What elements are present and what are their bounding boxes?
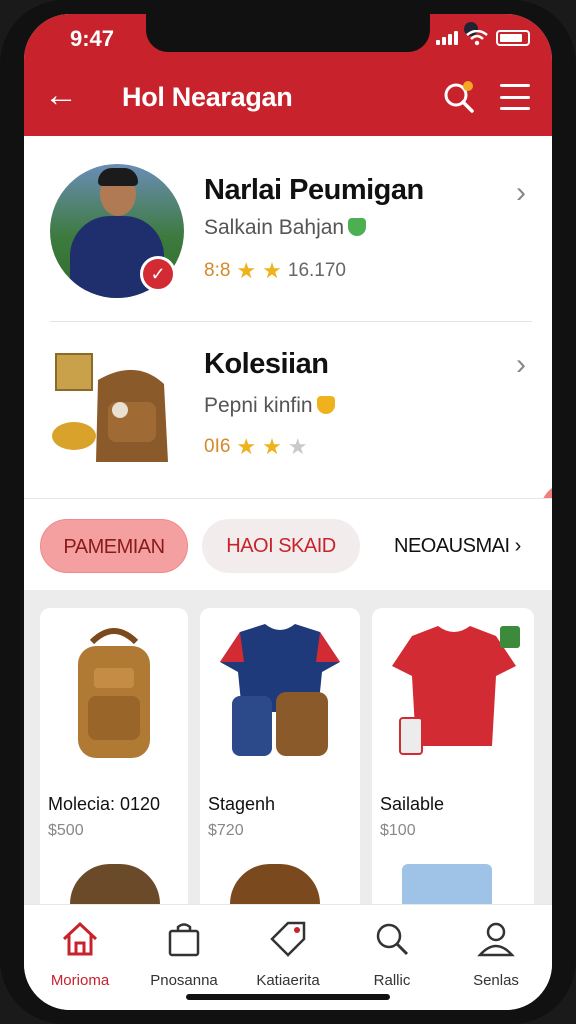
nav-home[interactable]: Morioma	[30, 919, 130, 989]
user-icon	[477, 922, 515, 957]
notch	[146, 14, 478, 52]
product-grid: Molecia: 0120 $500 Stagenh $720 Sailable…	[24, 590, 552, 928]
card-rating: 0I6 ★ ★ ★	[204, 434, 308, 459]
signal-icon	[436, 31, 458, 45]
bag-icon	[168, 923, 200, 957]
product-price: $500	[48, 822, 84, 839]
star-icon: ★	[236, 258, 257, 283]
star-empty-icon: ★	[287, 434, 308, 459]
chevron-right-icon[interactable]: ›	[516, 348, 526, 382]
tab-haoi-skaid[interactable]: HAOI SKAID	[202, 519, 360, 573]
status-icons	[436, 30, 530, 46]
red-jersey-icon	[392, 626, 520, 755]
card-name: Narlai Peumigan	[204, 174, 424, 206]
category-tabs: PAMEMIAN HAOI SKAID NEOAUSMAI ›	[24, 498, 552, 590]
nav-shop[interactable]: Pnosanna	[134, 919, 234, 989]
backpack-icon	[78, 628, 150, 758]
home-icon	[62, 921, 98, 956]
app-screen: 9:47 ← Hol Nearagan ✓ Narlai Peumigan Sa…	[24, 14, 552, 1010]
star-icon: ★	[236, 434, 257, 459]
shield-icon	[316, 396, 335, 414]
wifi-icon	[466, 30, 488, 46]
jersey-icon	[220, 624, 340, 756]
menu-icon[interactable]	[500, 84, 530, 110]
chevron-right-icon[interactable]: ›	[516, 176, 526, 210]
star-icon: ★	[262, 258, 282, 283]
page-title: Hol Nearagan	[122, 82, 293, 112]
product-name: Stagenh	[208, 794, 276, 814]
tab-pamemian[interactable]: PAMEMIAN	[40, 519, 188, 573]
product-card[interactable]: Stagenh $720	[200, 608, 360, 928]
phone-frame: 9:47 ← Hol Nearagan ✓ Narlai Peumigan Sa…	[0, 0, 576, 1024]
home-indicator	[186, 994, 390, 1000]
chevron-right-icon: ›	[514, 535, 522, 557]
backpack-icon	[52, 353, 168, 462]
product-price: $720	[208, 822, 244, 839]
search-icon	[376, 923, 409, 956]
nav-search[interactable]: Rallic	[342, 919, 442, 989]
star-icon: ★	[262, 434, 282, 459]
profile-card-collection[interactable]: Kolesiian Pepni kinfin 0I6 ★ ★ ★ ›	[24, 322, 552, 502]
search-icon[interactable]	[442, 80, 476, 114]
status-time: 9:47	[70, 26, 115, 51]
card-name: Kolesiian	[204, 348, 329, 380]
profile-cards: ✓ Narlai Peumigan Salkain Bahjan 8:8 ★ ★ 16…	[24, 136, 552, 546]
back-arrow-icon[interactable]: ←	[44, 78, 78, 112]
product-card[interactable]: Molecia: 0120 $500	[40, 608, 188, 928]
tag-icon	[270, 921, 306, 957]
shield-icon	[348, 218, 367, 236]
card-rating: 8:8 ★ ★ 16.170	[204, 258, 347, 283]
profile-card-player[interactable]: ✓ Narlai Peumigan Salkain Bahjan 8:8 ★ ★ 16…	[24, 136, 552, 322]
nav-category[interactable]: Katiaerita	[238, 919, 338, 989]
product-price: $100	[380, 822, 416, 839]
battery-icon	[496, 30, 530, 46]
product-name: Sailable	[380, 794, 445, 814]
tab-neoausmai[interactable]: NEOAUSMAI ›	[394, 519, 544, 573]
card-subtitle: Pepni kinfin	[204, 394, 335, 418]
nav-profile[interactable]: Senlas	[446, 919, 546, 989]
product-name: Molecia: 0120	[48, 794, 161, 814]
app-header: 9:47 ← Hol Nearagan	[24, 14, 552, 136]
product-card[interactable]: Sailable $100	[372, 608, 534, 928]
verified-check-icon: ✓	[140, 256, 176, 292]
card-subtitle: Salkain Bahjan	[204, 216, 367, 240]
